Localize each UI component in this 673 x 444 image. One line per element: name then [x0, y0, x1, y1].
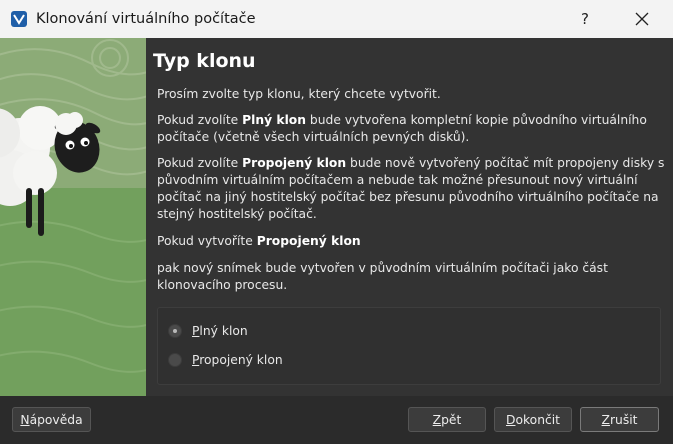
help-title-button[interactable]: ?: [566, 0, 604, 38]
cancel-label-rest: rušit: [609, 412, 638, 427]
cancel-mnemonic: Z: [601, 412, 610, 427]
linked-clone-description: Pokud zvolíte Propojený klon bude nově v…: [157, 155, 667, 223]
back-button[interactable]: Zpět: [408, 407, 486, 432]
window-title: Klonování virtuálního počítače: [36, 11, 256, 27]
help-button[interactable]: Nápověda: [12, 407, 91, 432]
radio-linked-clone[interactable]: Propojený klon: [168, 349, 283, 371]
radio-indicator-linked[interactable]: [168, 353, 182, 367]
finish-label-rest: okončit: [515, 412, 560, 427]
create-linked-bold: Propojený klon: [256, 234, 361, 248]
page-title: Typ klonu: [153, 50, 256, 72]
full-clone-desc-bold: Plný klon: [242, 113, 307, 127]
help-label-rest: ápověda: [29, 412, 83, 427]
title-bar: Klonování virtuálního počítače ?: [0, 0, 673, 38]
radio-full-clone-label[interactable]: Plný klon: [192, 324, 248, 338]
radio-full-clone[interactable]: Plný klon: [168, 320, 248, 342]
button-bar: Nápověda Zpět Dokončit Zrušit: [0, 396, 673, 444]
virtualbox-icon: [11, 11, 27, 27]
wizard-banner: [0, 38, 146, 396]
full-clone-description: Pokud zvolíte Plný klon bude vytvořena k…: [157, 112, 667, 146]
radio-indicator-full[interactable]: [168, 324, 182, 338]
close-button[interactable]: [622, 0, 662, 38]
finish-mnemonic: D: [505, 412, 516, 427]
wizard-page: Typ klonu Prosím zvolte typ klonu, který…: [146, 38, 673, 396]
sheep-illustration: [0, 38, 146, 396]
create-linked-pre: Pokud vytvoříte: [157, 234, 257, 248]
linked-clone-desc-pre: Pokud zvolíte: [157, 156, 243, 170]
cancel-button[interactable]: Zrušit: [580, 407, 659, 432]
radio-linked-clone-label[interactable]: Propojený klon: [192, 353, 283, 367]
snapshot-note: pak nový snímek bude vytvořen v původním…: [157, 261, 608, 292]
full-label-rest: lný klon: [199, 324, 248, 338]
back-mnemonic: Z: [432, 412, 442, 427]
intro-text: Prosím zvolte typ klonu, který chcete vy…: [157, 87, 441, 101]
create-linked-note: Pokud vytvoříte Propojený klon: [157, 233, 667, 250]
full-clone-desc-pre: Pokud zvolíte: [157, 113, 243, 127]
finish-button[interactable]: Dokončit: [494, 407, 572, 432]
back-label-rest: pět: [441, 412, 462, 427]
help-mnemonic: N: [20, 412, 30, 427]
clone-type-group: Plný klon Propojený klon: [157, 307, 661, 385]
linked-clone-desc-bold: Propojený klon: [242, 156, 347, 170]
linked-label-rest: ropojený klon: [199, 353, 283, 367]
close-icon: [635, 12, 649, 26]
